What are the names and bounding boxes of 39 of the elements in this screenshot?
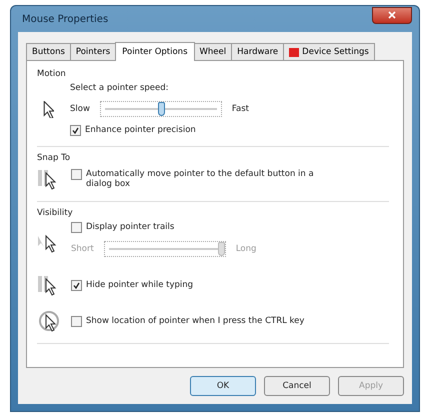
section-heading: Visibility: [37, 208, 74, 218]
device-icon: [289, 48, 300, 56]
fast-label: Fast: [232, 104, 250, 114]
section-heading: Snap To: [37, 153, 72, 163]
close-button[interactable]: [372, 6, 412, 24]
option-label: Enhance pointer precision: [85, 125, 196, 135]
checkbox[interactable]: [71, 222, 82, 233]
slider-thumb[interactable]: [218, 242, 225, 256]
close-icon: [388, 11, 396, 19]
short-label: Short: [71, 244, 94, 254]
pointer-location-icon: [37, 309, 61, 333]
tab[interactable]: Device Settings: [283, 43, 375, 61]
slider-track[interactable]: [104, 241, 226, 257]
slow-label: Slow: [70, 104, 90, 114]
checkbox[interactable]: [70, 125, 81, 136]
slider-thumb[interactable]: [158, 102, 165, 116]
dialog-button[interactable]: Cancel: [264, 376, 330, 396]
checkbox-option[interactable]: Hide pointer while typing: [71, 280, 194, 290]
tab[interactable]: Pointer Options: [115, 42, 194, 61]
speed-label: Select a pointer speed:: [70, 83, 170, 93]
checkbox-option[interactable]: Enhance pointer precision: [70, 125, 250, 136]
tab[interactable]: Buttons: [26, 43, 71, 61]
checkbox-option[interactable]: Display pointer trails: [71, 222, 256, 233]
pointer-icon: [43, 101, 54, 118]
section-heading: Motion: [37, 69, 67, 79]
option-label: Hide pointer while typing: [86, 280, 194, 290]
window-title: Mouse Properties: [22, 14, 108, 24]
tab[interactable]: Wheel: [194, 43, 232, 61]
option-label: Display pointer trails: [86, 222, 174, 232]
checkbox[interactable]: [71, 316, 82, 326]
checkbox[interactable]: [71, 169, 82, 180]
tab[interactable]: Hardware: [231, 43, 284, 61]
tab[interactable]: Pointers: [70, 43, 116, 61]
check-icon: [72, 127, 79, 134]
check-icon: [73, 282, 80, 288]
dialog-button[interactable]: OK: [190, 376, 256, 396]
long-label: Long: [236, 244, 256, 254]
slider-track[interactable]: [100, 101, 222, 117]
checkbox[interactable]: [71, 280, 82, 290]
